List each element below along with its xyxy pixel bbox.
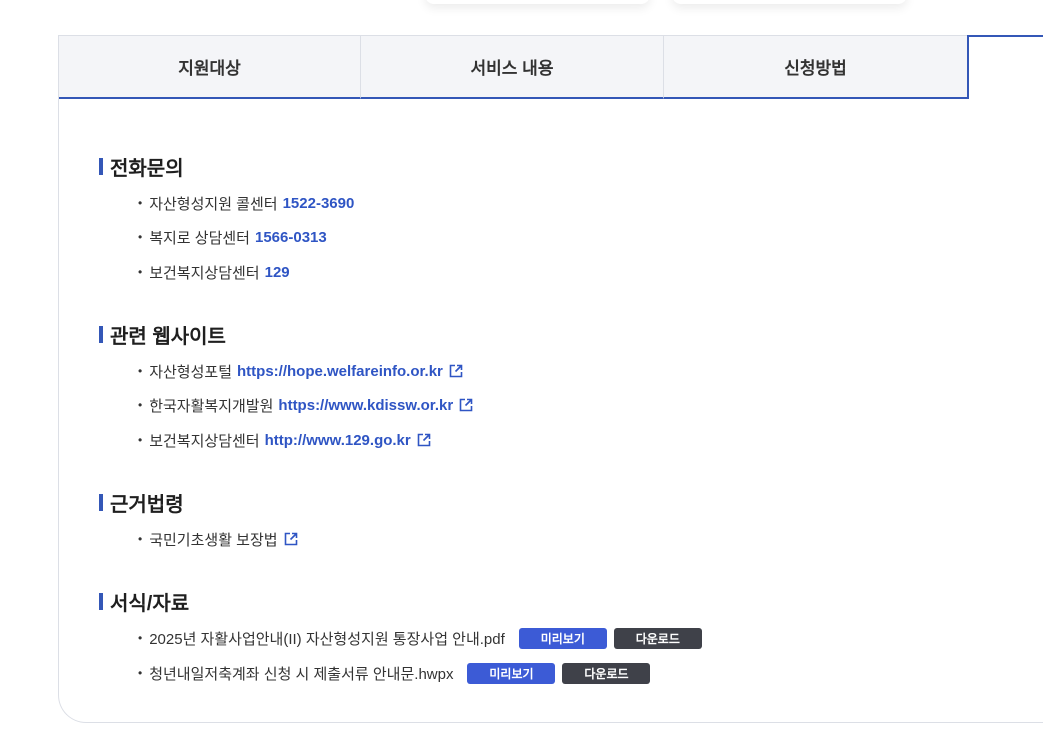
tab-contact-info[interactable] xyxy=(967,35,1043,99)
website-link[interactable]: https://hope.welfareinfo.or.kr xyxy=(237,363,443,380)
title-bar xyxy=(99,325,103,343)
list-item: • 보건복지상담센터 129 xyxy=(138,261,290,283)
bullet: • xyxy=(138,230,143,244)
bullet: • xyxy=(138,398,143,412)
phone-label: 보건복지상담센터 xyxy=(149,264,260,282)
list-item: • 자산형성포털 https://hope.welfareinfo.or.kr xyxy=(138,360,463,382)
external-link-icon[interactable] xyxy=(449,364,463,378)
title-bar xyxy=(99,592,103,610)
top-shadow-left xyxy=(425,0,650,4)
phone-number: 129 xyxy=(264,263,290,281)
external-link-icon[interactable] xyxy=(459,398,473,412)
website-label: 한국자활복지개발원 xyxy=(149,397,274,415)
list-item: • 2025년 자활사업안내(II) 자산형성지원 통장사업 안내.pdf 미리… xyxy=(138,627,702,649)
list-item: • 청년내일저축계좌 신청 시 제출서류 안내문.hwpx 미리보기 다운로드 xyxy=(138,662,651,684)
section-title-websites: 관련 웹사이트 xyxy=(99,321,226,348)
section-title-text: 근거법령 xyxy=(110,493,184,516)
title-bar xyxy=(99,493,103,511)
section-title-text: 관련 웹사이트 xyxy=(110,325,226,348)
tab-service-content[interactable]: 서비스 내용 xyxy=(361,36,664,99)
bullet: • xyxy=(138,364,143,378)
list-item: • 국민기초생활 보장법 xyxy=(138,528,298,550)
section-title-text: 전화문의 xyxy=(110,157,184,180)
website-label: 자산형성포털 xyxy=(149,363,233,381)
phone-number: 1522-3690 xyxy=(282,194,355,212)
service-info-panel: 지원대상 서비스 내용 신청방법 전화문의 • 자산형성지원 콜센터 1522-… xyxy=(58,35,1043,723)
phone-number: 1566-0313 xyxy=(254,228,327,246)
preview-button[interactable]: 미리보기 xyxy=(467,662,556,684)
section-title-law: 근거법령 xyxy=(99,489,184,516)
top-shadow-right xyxy=(672,0,907,4)
file-name: 2025년 자활사업안내(II) 자산형성지원 통장사업 안내.pdf xyxy=(149,630,505,648)
external-link-icon[interactable] xyxy=(284,532,298,546)
bullet: • xyxy=(138,265,143,279)
bullet: • xyxy=(138,196,143,210)
bullet: • xyxy=(138,631,143,645)
list-item: • 복지로 상담센터 1566-0313 xyxy=(138,226,327,248)
download-button[interactable]: 다운로드 xyxy=(613,627,702,649)
phone-label: 복지로 상담센터 xyxy=(149,229,250,247)
list-item: • 자산형성지원 콜센터 1522-3690 xyxy=(138,192,354,214)
section-title-forms: 서식/자료 xyxy=(99,588,190,615)
tab-bar: 지원대상 서비스 내용 신청방법 xyxy=(59,35,1043,99)
law-label[interactable]: 국민기초생활 보장법 xyxy=(149,529,277,550)
download-button[interactable]: 다운로드 xyxy=(562,662,651,684)
list-item: • 보건복지상담센터 http://www.129.go.kr xyxy=(138,429,431,451)
section-title-phone: 전화문의 xyxy=(99,153,184,180)
website-link[interactable]: http://www.129.go.kr xyxy=(265,432,411,449)
website-link[interactable]: https://www.kdissw.or.kr xyxy=(278,397,453,414)
phone-label: 자산형성지원 콜센터 xyxy=(149,195,278,213)
list-item: • 한국자활복지개발원 https://www.kdissw.or.kr xyxy=(138,394,473,416)
website-label: 보건복지상담센터 xyxy=(149,432,260,450)
preview-button[interactable]: 미리보기 xyxy=(518,627,607,649)
external-link-icon[interactable] xyxy=(417,433,431,447)
bullet: • xyxy=(138,532,143,546)
title-bar xyxy=(99,157,103,175)
bullet: • xyxy=(138,666,143,680)
tab-application-method[interactable]: 신청방법 xyxy=(664,36,968,99)
bullet: • xyxy=(138,433,143,447)
tab-eligibility[interactable]: 지원대상 xyxy=(59,36,361,99)
section-title-text: 서식/자료 xyxy=(110,592,190,615)
file-name: 청년내일저축계좌 신청 시 제출서류 안내문.hwpx xyxy=(149,665,454,683)
